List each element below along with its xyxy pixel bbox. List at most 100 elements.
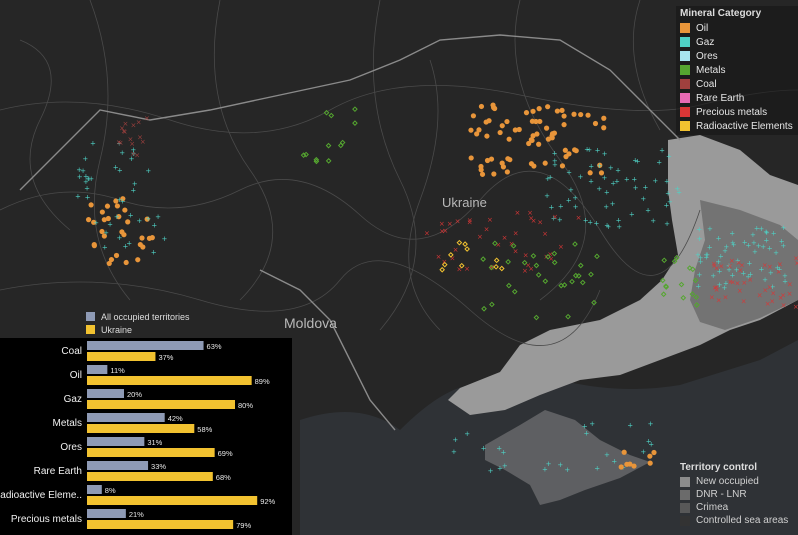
mineral-marker[interactable]: + [756,242,762,250]
mineral-marker[interactable] [479,171,486,177]
mineral-marker[interactable]: + [710,272,716,280]
mineral-marker[interactable] [585,112,591,118]
mineral-marker[interactable]: × [455,218,461,226]
mineral-marker[interactable] [149,235,155,241]
mineral-marker[interactable]: × [464,265,470,273]
mineral-marker[interactable]: + [80,167,86,175]
mineral-marker[interactable]: × [558,243,564,251]
mineral-marker[interactable]: × [781,302,787,310]
mineral-marker[interactable] [504,118,510,125]
mineral-marker[interactable]: + [464,430,470,438]
mineral-marker[interactable]: + [136,217,142,225]
mineral-marker[interactable] [135,257,141,263]
legend-item-metals[interactable]: Metals [680,63,798,77]
mineral-marker[interactable] [499,160,505,166]
mineral-marker[interactable] [559,163,566,169]
mineral-marker[interactable]: + [716,235,722,243]
mineral-marker[interactable]: × [777,261,783,269]
mineral-marker[interactable] [618,464,624,470]
mineral-marker[interactable]: + [85,194,91,202]
mineral-marker[interactable] [592,120,599,127]
mineral-marker[interactable]: × [137,134,143,142]
mineral-marker[interactable]: + [697,271,703,279]
mineral-marker[interactable]: + [633,184,639,192]
mineral-marker[interactable] [484,133,490,139]
mineral-marker[interactable]: × [765,300,771,308]
mineral-marker[interactable]: + [151,222,157,230]
mineral-marker[interactable]: × [442,227,448,235]
territory-item-controlled-sea-areas[interactable]: Controlled sea areas [680,514,798,527]
legend-item-radioactive-elements[interactable]: Radioactive Elements [680,119,798,133]
mineral-marker[interactable]: × [119,124,125,132]
mineral-marker[interactable]: + [627,421,633,429]
legend-item-ores[interactable]: Ores [680,49,798,63]
mineral-marker[interactable]: + [161,235,167,243]
mineral-marker[interactable]: + [488,467,494,475]
mineral-marker[interactable] [561,122,567,128]
mineral-marker[interactable]: + [573,203,579,211]
mineral-marker[interactable]: + [780,242,786,250]
mineral-marker[interactable] [536,106,542,112]
mineral-marker[interactable] [91,242,97,248]
bar-legend-item-occupied[interactable]: All occupied territories [86,310,190,323]
mineral-marker[interactable]: + [116,196,122,204]
mineral-marker[interactable]: + [130,186,136,194]
mineral-marker[interactable]: + [666,152,672,160]
mineral-marker[interactable]: × [793,303,798,311]
mineral-marker[interactable]: × [757,292,763,300]
mineral-marker[interactable]: × [741,279,747,287]
mineral-marker[interactable]: + [595,147,601,155]
mineral-marker[interactable]: + [75,193,81,201]
mineral-marker[interactable]: + [610,200,616,208]
mineral-marker[interactable]: × [129,140,135,148]
mineral-marker[interactable]: + [128,212,134,220]
mineral-marker[interactable] [113,252,120,259]
mineral-marker[interactable]: × [527,209,533,217]
mineral-marker[interactable]: × [537,219,543,227]
mineral-marker[interactable]: + [695,283,701,291]
mineral-marker[interactable]: × [727,278,733,286]
mineral-marker[interactable]: + [758,225,764,233]
mineral-marker[interactable]: + [665,189,671,197]
mineral-marker[interactable]: + [82,155,88,163]
mineral-marker[interactable]: + [631,175,637,183]
mineral-marker[interactable] [476,127,482,133]
mineral-marker[interactable] [106,260,112,267]
mineral-marker[interactable]: + [564,466,570,474]
mineral-marker[interactable]: + [545,175,551,183]
mineral-marker[interactable]: + [85,175,91,183]
mineral-marker[interactable]: × [522,267,528,275]
mineral-marker[interactable]: + [640,195,646,203]
mineral-marker[interactable]: + [746,242,752,250]
mineral-marker[interactable]: × [134,152,140,160]
mineral-marker[interactable]: + [116,234,122,242]
mineral-marker[interactable] [531,163,537,169]
mineral-marker[interactable]: + [145,167,151,175]
mineral-marker[interactable]: + [640,448,646,456]
mineral-marker[interactable]: × [436,253,442,261]
mineral-marker[interactable] [490,102,496,108]
mineral-marker[interactable]: × [714,265,720,273]
mineral-marker[interactable] [104,203,111,209]
mineral-marker[interactable]: + [123,243,129,251]
mineral-marker[interactable]: + [497,464,503,472]
mineral-marker[interactable]: × [542,230,548,238]
mineral-marker[interactable]: + [113,164,119,172]
mineral-marker[interactable] [631,463,637,469]
mineral-marker[interactable] [621,449,627,455]
mineral-marker[interactable] [497,129,503,136]
mineral-marker[interactable]: × [762,261,768,269]
mineral-marker[interactable]: + [674,185,680,193]
map-canvas[interactable]: + + + + + + + + + + + + + + + + + + + + + + + + + + + + + + + + + + + + + + + +… [0,0,798,535]
mineral-marker[interactable]: + [481,444,487,452]
mineral-marker[interactable]: × [747,276,753,284]
mineral-marker[interactable]: + [698,258,704,266]
mineral-marker[interactable] [140,244,146,250]
mineral-marker[interactable]: + [596,185,602,193]
mineral-marker[interactable]: + [588,163,594,171]
mineral-marker[interactable]: × [709,293,715,301]
mineral-marker[interactable]: + [604,188,610,196]
mineral-marker[interactable] [484,157,491,164]
mineral-marker[interactable]: + [771,230,777,238]
mineral-marker[interactable]: + [652,177,658,185]
